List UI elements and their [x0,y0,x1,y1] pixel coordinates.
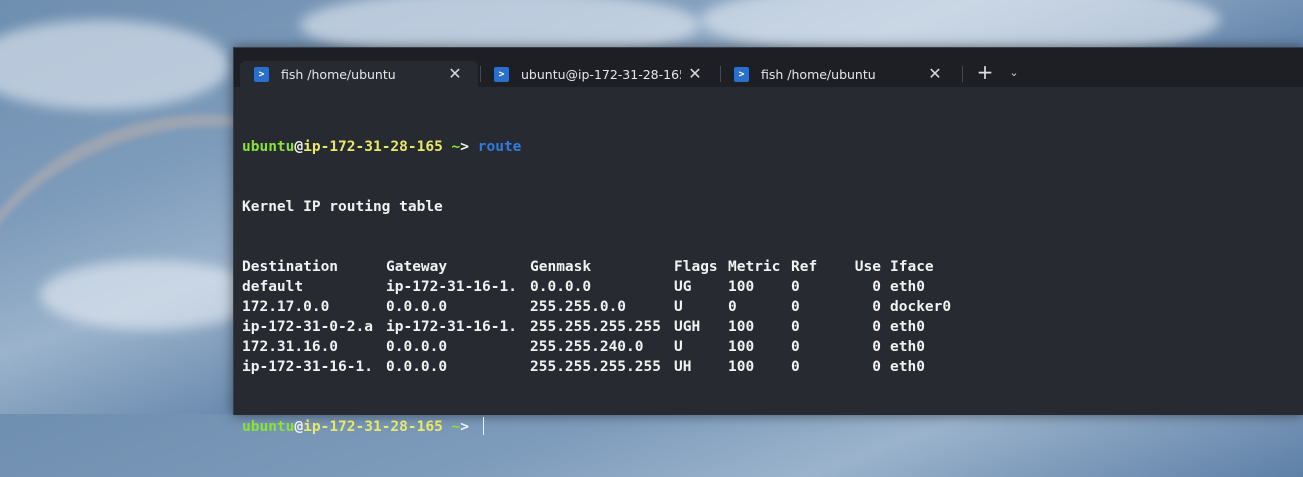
text-cursor [482,417,484,435]
cell-flags: UG [674,279,692,295]
cell-iface: eth0 [890,339,925,355]
table-row: ip-172-31-0-2.a ip-172-31-16-1. 255.255.25… [242,317,1303,337]
cell-use: 0 [872,359,881,375]
chevron-down-icon[interactable]: ⌄ [1004,62,1024,84]
table-row: 172.31.16.0 0.0.0.0 255.255.240.0 U 100 0 0 eth… [242,337,1303,357]
tab-title: fish /home/ubuntu [281,66,396,82]
cell-gateway: 0.0.0.0 [386,299,448,315]
table-row: default ip-172-31-16-1. 0.0.0.0 UG 100 0 0 eth0 [242,277,1303,297]
cell-gateway: 0.0.0.0 [386,359,448,375]
terminal-window: > fish /home/ubuntu ✕ > ubuntu@ip-172-31… [233,47,1303,435]
cell-gateway: ip-172-31-16-1. [386,319,517,335]
cell-genmask: 255.255.240.0 [530,339,644,355]
cell-ref: 0 [791,319,800,335]
prompt-line-current: ubuntu@ip-172-31-28-165 ~> [242,417,1303,437]
cell-flags: UGH [674,319,701,335]
table-header-row: Destination Gateway Genmask Flags Metric Ref U… [242,257,1303,277]
cell-destination: Destination [242,259,339,275]
cell-gateway: ip-172-31-16-1. [386,279,517,295]
cell-ref: 0 [791,339,800,355]
tab-fish-home-ubuntu-1[interactable]: > fish /home/ubuntu ✕ [240,61,478,87]
new-tab-button[interactable]: + [974,62,996,84]
cell-flags: U [674,299,683,315]
cell-ref: 0 [791,359,800,375]
cell-use: 0 [872,299,881,315]
cell-genmask: 255.255.255.255 [530,359,661,375]
cell-iface: docker0 [890,299,952,315]
cell-iface: eth0 [890,359,925,375]
cell-destination: default [242,279,304,295]
cell-use: 0 [872,339,881,355]
cell-use: Use [854,259,881,275]
cell-genmask: 0.0.0.0 [530,279,592,295]
cell-destination: 172.31.16.0 [242,339,339,355]
cell-metric: 100 [728,319,755,335]
tab-title: ubuntu@ip-172-31-28-165: ~ [521,66,681,82]
table-row: 172.17.0.0 0.0.0.0 255.255.0.0 U 0 0 0 docker0 [242,297,1303,317]
prompt-at: @ [294,139,304,155]
tab-bar: > fish /home/ubuntu ✕ > ubuntu@ip-172-31… [234,48,1303,87]
prompt-arrow: > [460,419,478,435]
table-row: ip-172-31-16-1. 0.0.0.0 255.255.255.255 UH 1… [242,357,1303,377]
cell-flags: U [674,339,683,355]
cell-iface: eth0 [890,319,925,335]
prompt-cwd: ~ [442,419,461,435]
prompt-line: ubuntu@ip-172-31-28-165 ~> route [242,137,1303,157]
cell-metric: 100 [728,359,755,375]
cell-iface: eth0 [890,279,925,295]
close-icon[interactable]: ✕ [446,65,464,83]
close-icon[interactable]: ✕ [686,65,704,83]
cell-genmask: Genmask [530,259,592,275]
cell-use: 0 [872,279,881,295]
cell-destination: ip-172-31-16-1. [242,359,373,375]
prompt-user: ubuntu [242,419,295,435]
tab-fish-home-ubuntu-2[interactable]: > fish /home/ubuntu ✕ [720,61,958,87]
powershell-icon: > [494,66,509,82]
cell-metric: Metric [728,259,781,275]
powershell-icon: > [254,66,269,82]
output-title: Kernel IP routing table [242,199,443,215]
prompt-host: ip-172-31-28-165 [303,139,443,155]
close-icon[interactable]: ✕ [926,65,944,83]
cell-use: 0 [872,319,881,335]
powershell-icon: > [734,66,749,82]
cell-ref: Ref [791,259,818,275]
command-text: route [477,139,522,155]
cell-genmask: 255.255.0.0 [530,299,627,315]
cell-gateway: 0.0.0.0 [386,339,448,355]
cloud [0,20,230,110]
prompt-host: ip-172-31-28-165 [303,419,443,435]
cell-destination: ip-172-31-0-2.a [242,319,373,335]
cell-metric: 100 [728,339,755,355]
cell-iface: Iface [890,259,934,275]
tab-ubuntu-ssh[interactable]: > ubuntu@ip-172-31-28-165: ~ ✕ [480,61,718,87]
cell-destination: 172.17.0.0 [242,299,330,315]
tab-divider [962,66,963,82]
cell-metric: 0 [728,299,737,315]
cell-flags: Flags [674,259,718,275]
cell-genmask: 255.255.255.255 [530,319,661,335]
cell-flags: UH [674,359,692,375]
prompt-cwd: ~ [442,139,461,155]
cell-metric: 100 [728,279,755,295]
prompt-at: @ [294,419,304,435]
prompt-arrow: > [460,139,478,155]
tab-title: fish /home/ubuntu [761,66,876,82]
cell-ref: 0 [791,299,800,315]
terminal-output[interactable]: ubuntu@ip-172-31-28-165 ~> route Kernel … [242,97,1303,435]
cell-ref: 0 [791,279,800,295]
prompt-user: ubuntu [242,139,295,155]
routing-table: Destination Gateway Genmask Flags Metric Ref U… [242,257,1303,377]
cell-gateway: Gateway [386,259,448,275]
